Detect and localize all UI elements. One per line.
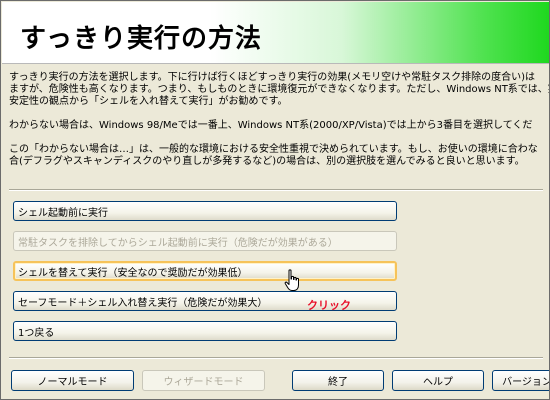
exit-button[interactable]: 終了: [292, 370, 384, 391]
description-line: ますが、危険性も高くなります。つまり、もしものときに環境復元ができなくなります。…: [9, 84, 550, 95]
normal-mode-button[interactable]: ノーマルモード: [11, 370, 134, 391]
description-line: 安定性の観点から「シェルを入れ替えて実行」がお勧めです。: [9, 96, 288, 107]
wizard-window: すっきり実行の方法 すっきり実行の方法を選択します。下に行けば行くほどすっきり実…: [0, 0, 550, 400]
wizard-mode-button: ウィザードモード: [142, 370, 265, 391]
option-run-before-shell-button[interactable]: シェル起動前に実行: [13, 201, 397, 221]
back-button[interactable]: 1つ戻る: [13, 321, 397, 341]
divider: [9, 357, 543, 359]
option-replace-shell-button[interactable]: シェルを替えて実行（安全なので奨励だが効果低）: [13, 261, 397, 281]
hand-pointer-icon: [284, 269, 299, 291]
click-annotation: クリック: [307, 299, 351, 312]
description-text: すっきり実行の方法を選択します。下に行けば行くほどすっきり実行の効果(メモリ空け…: [9, 72, 550, 168]
divider: [9, 189, 543, 191]
description-line: この「わからない場合は…」は、一般的な環境における安全性重視で決められています。…: [9, 144, 538, 155]
help-button[interactable]: ヘルプ: [392, 370, 484, 391]
description-line: わからない場合は、Windows 98/Meでは一番上、Windows NT系(…: [9, 120, 533, 131]
description-line: すっきり実行の方法を選択します。下に行けば行くほどすっきり実行の効果(メモリ空け…: [9, 72, 536, 83]
description-line: 合(デフラグやスキャンディスクのやり直しが多発するなど)の場合は、別の選択肢を選…: [9, 156, 525, 167]
option-remove-tasks-before-shell-button: 常駐タスクを排除してからシェル起動前に実行（危険だが効果がある）: [13, 231, 397, 251]
header-banner: すっきり実行の方法: [2, 2, 549, 64]
version-button[interactable]: バージョン: [492, 370, 549, 391]
page-title: すっきり実行の方法: [20, 24, 262, 54]
